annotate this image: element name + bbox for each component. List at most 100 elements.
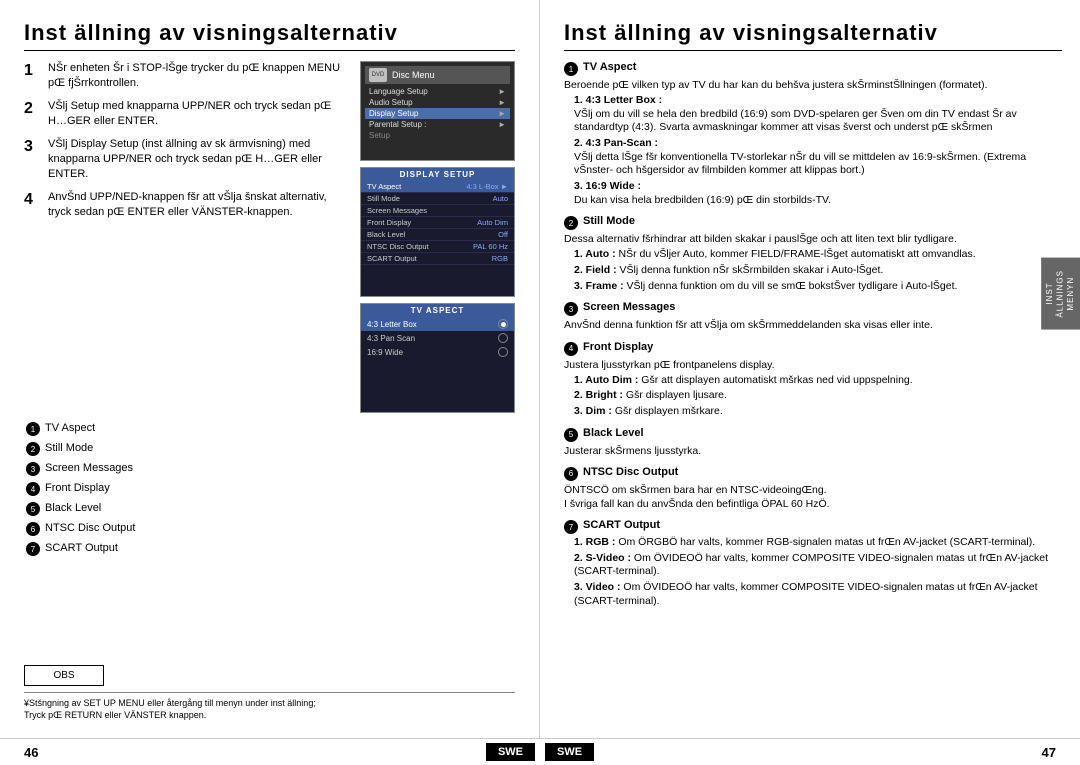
sub-2-2: 2. Field : VŠlj denna funktion nŠr skŠrm… — [574, 264, 1062, 278]
right-page: Inst ällning av visningsalternativ 1 TV … — [540, 0, 1080, 738]
list-label-3: Screen Messages — [45, 461, 515, 476]
menu-item-parental: Parental Setup :► — [365, 119, 510, 130]
step-1: 1 NŠr enheten Šr i STOP-lŠge trycker du … — [24, 61, 350, 92]
ds-row-front-display: Front DisplayAuto Dim — [361, 217, 514, 229]
step-2: 2 VŠlj Setup med knapparna UPP/NER och t… — [24, 99, 350, 130]
ds-row-ntsc: NTSC Disc OutputPAL 60 Hz — [361, 241, 514, 253]
setup-label: Setup — [365, 130, 510, 141]
right-title-inst: Inst — [564, 20, 607, 45]
obs-box: OBS — [24, 665, 104, 686]
menu-item-audio: Audio Setup► — [365, 97, 510, 108]
menu-item-language: Language Setup► — [365, 86, 510, 97]
sub-2-3: 3. Frame : VŠlj denna funktion om du vil… — [574, 280, 1062, 294]
left-page-num: 46 — [24, 745, 38, 760]
footnote-line1: ¥Stšngning av SET UP MENU eller återgång… — [24, 697, 515, 710]
sub-4-3: 3. Dim : Gšr displayen mšrkare. — [574, 405, 1062, 419]
circle-r-2: 2 — [564, 216, 578, 230]
list-label-5: Black Level — [45, 501, 515, 516]
display-setup-title: DISPLAY SETUP — [361, 168, 514, 181]
circle-5: 5 — [26, 502, 40, 516]
section-scart: 7 SCART Output 1. RGB : Om ÖRGBÖ har val… — [564, 519, 1062, 608]
section-6-sub2: I švriga fall kan du anvŠnda den befintl… — [564, 497, 1062, 511]
section-3-heading: Screen Messages — [583, 301, 675, 313]
numbered-list: 1 TV Aspect 2 Still Mode 3 Screen Messag… — [26, 421, 515, 561]
ta-row-panscan: 4:3 Pan Scan — [361, 331, 514, 345]
circle-r-1: 1 — [564, 62, 578, 76]
circle-4: 4 — [26, 482, 40, 496]
section-5-heading: Black Level — [583, 427, 644, 439]
sub-7-2: 2. S-Video : Om ÖVIDEOÖ har valts, komme… — [574, 552, 1062, 579]
circle-2: 2 — [26, 442, 40, 456]
tv-aspect-title: TV ASPECT — [361, 304, 514, 317]
section-6-intro: ÖNTSCÖ om skŠrmen bara har en NTSC-video… — [564, 483, 1062, 497]
sub-7-3: 3. Video : Om ÖVIDEOÖ har valts, kommer … — [574, 581, 1062, 608]
side-tab-text: INSTÄLLNINGSMENYN — [1045, 270, 1075, 318]
section-black-level: 5 Black Level Justerar skŠrmens ljusstyr… — [564, 427, 1062, 458]
tv-aspect-screen: TV ASPECT 4:3 Letter Box 4:3 Pan Scan 16… — [360, 303, 515, 413]
step-2-content: VŠlj Setup med knapparna UPP/NER och try… — [48, 99, 350, 130]
section-front-display: 4 Front Display Justera ljusstyrkan pŒ f… — [564, 341, 1062, 419]
sub-2-1: 1. Auto : NŠr du vŠljer Auto, kommer FIE… — [574, 248, 1062, 262]
right-page-title: Inst ällning av visningsalternativ — [564, 20, 1062, 51]
side-tab: INSTÄLLNINGSMENYN — [1041, 258, 1080, 330]
section-screen-messages: 3 Screen Messages AnvŠnd denna funktion … — [564, 301, 1062, 332]
step-3-num: 3 — [24, 137, 44, 183]
circle-r-3: 3 — [564, 302, 578, 316]
circle-6: 6 — [26, 522, 40, 536]
right-title-rest: ällning av visningsalternativ — [607, 20, 938, 45]
section-5-intro: Justerar skŠrmens ljusstyrka. — [564, 444, 1062, 458]
menu-item-display: Display Setup► — [365, 108, 510, 119]
footnote-line2: Tryck pŒ RETURN eller VÄNSTER knappen. — [24, 709, 515, 722]
list-label-1: TV Aspect — [45, 421, 515, 436]
section-4-subs: 1. Auto Dim : Gšr att displayen automati… — [574, 374, 1062, 419]
sub-1-2: 2. 4:3 Pan-Scan :VŠlj detta lŠge fšr kon… — [574, 137, 1062, 178]
right-page-num: 47 — [1042, 745, 1056, 760]
step-4-num: 4 — [24, 190, 44, 221]
ds-row-scart: SCART OutputRGB — [361, 253, 514, 265]
display-setup-screen: DISPLAY SETUP TV Aspect4:3 L-Box ► Still… — [360, 167, 515, 297]
step-4-content: AnvŠnd UPP/NED-knappen fšr att vŠlja šns… — [48, 190, 350, 221]
section-7-heading: SCART Output — [583, 519, 660, 531]
section-1-heading: TV Aspect — [583, 61, 636, 73]
section-6-heading: NTSC Disc Output — [583, 466, 678, 478]
list-item-7: 7 SCART Output — [26, 541, 515, 556]
step-1-content: NŠr enheten Šr i STOP-lŠge trycker du pŒ… — [48, 61, 350, 92]
step-4: 4 AnvŠnd UPP/NED-knappen fšr att vŠlja š… — [24, 190, 350, 221]
dvd-icon: DVD — [369, 68, 387, 82]
circle-r-5: 5 — [564, 428, 578, 442]
ta-row-letterbox: 4:3 Letter Box — [361, 317, 514, 331]
left-title-rest: ällning av visningsalternativ — [67, 20, 398, 45]
section-1-subs: 1. 4:3 Letter Box :VŠlj om du vill se he… — [574, 94, 1062, 207]
page-footer: 46 SWE SWE 47 — [0, 738, 1080, 765]
sub-1-1: 1. 4:3 Letter Box :VŠlj om du vill se he… — [574, 94, 1062, 135]
dvd-menu-screen: DVD Disc Menu Language Setup► Audio Setu… — [360, 61, 515, 161]
left-page-title: Inst ällning av visningsalternativ — [24, 20, 515, 51]
sub-1-3: 3. 16:9 Wide :Du kan visa hela bredbilde… — [574, 180, 1062, 207]
list-item-5: 5 Black Level — [26, 501, 515, 516]
ds-row-still-mode: Still ModeAuto — [361, 193, 514, 205]
screenshots-col: DVD Disc Menu Language Setup► Audio Setu… — [360, 61, 515, 413]
section-3-intro: AnvŠnd denna funktion fšr att vŠlja om s… — [564, 318, 1062, 332]
list-item-6: 6 NTSC Disc Output — [26, 521, 515, 536]
section-1-intro: Beroende pŒ vilken typ av TV du har kan … — [564, 78, 1062, 92]
step-1-num: 1 — [24, 61, 44, 92]
steps-text: 1 NŠr enheten Šr i STOP-lŠge trycker du … — [24, 61, 350, 413]
ds-row-black-level: Black LevelOff — [361, 229, 514, 241]
section-2-intro: Dessa alternativ fšrhindrar att bilden s… — [564, 232, 1062, 246]
dvd-menu-topbar: DVD Disc Menu — [365, 66, 510, 84]
ds-row-screen-messages: Screen Messages — [361, 205, 514, 217]
steps-section: 1 NŠr enheten Šr i STOP-lŠge trycker du … — [24, 61, 515, 413]
section-2-heading: Still Mode — [583, 215, 635, 227]
left-lang-badge: SWE — [486, 743, 535, 761]
ds-row-tv-aspect: TV Aspect4:3 L-Box ► — [361, 181, 514, 193]
circle-1: 1 — [26, 422, 40, 436]
list-label-4: Front Display — [45, 481, 515, 496]
list-label-6: NTSC Disc Output — [45, 521, 515, 536]
circle-3: 3 — [26, 462, 40, 476]
section-2-subs: 1. Auto : NŠr du vŠljer Auto, kommer FIE… — [574, 248, 1062, 293]
list-label-2: Still Mode — [45, 441, 515, 456]
sub-4-2: 2. Bright : Gšr displayen ljusare. — [574, 389, 1062, 403]
section-tv-aspect: 1 TV Aspect Beroende pŒ vilken typ av TV… — [564, 61, 1062, 207]
page-container: Inst ällning av visningsalternativ 1 NŠr… — [0, 0, 1080, 738]
step-3-content: VŠlj Display Setup (inst ällning av sk ä… — [48, 137, 350, 183]
